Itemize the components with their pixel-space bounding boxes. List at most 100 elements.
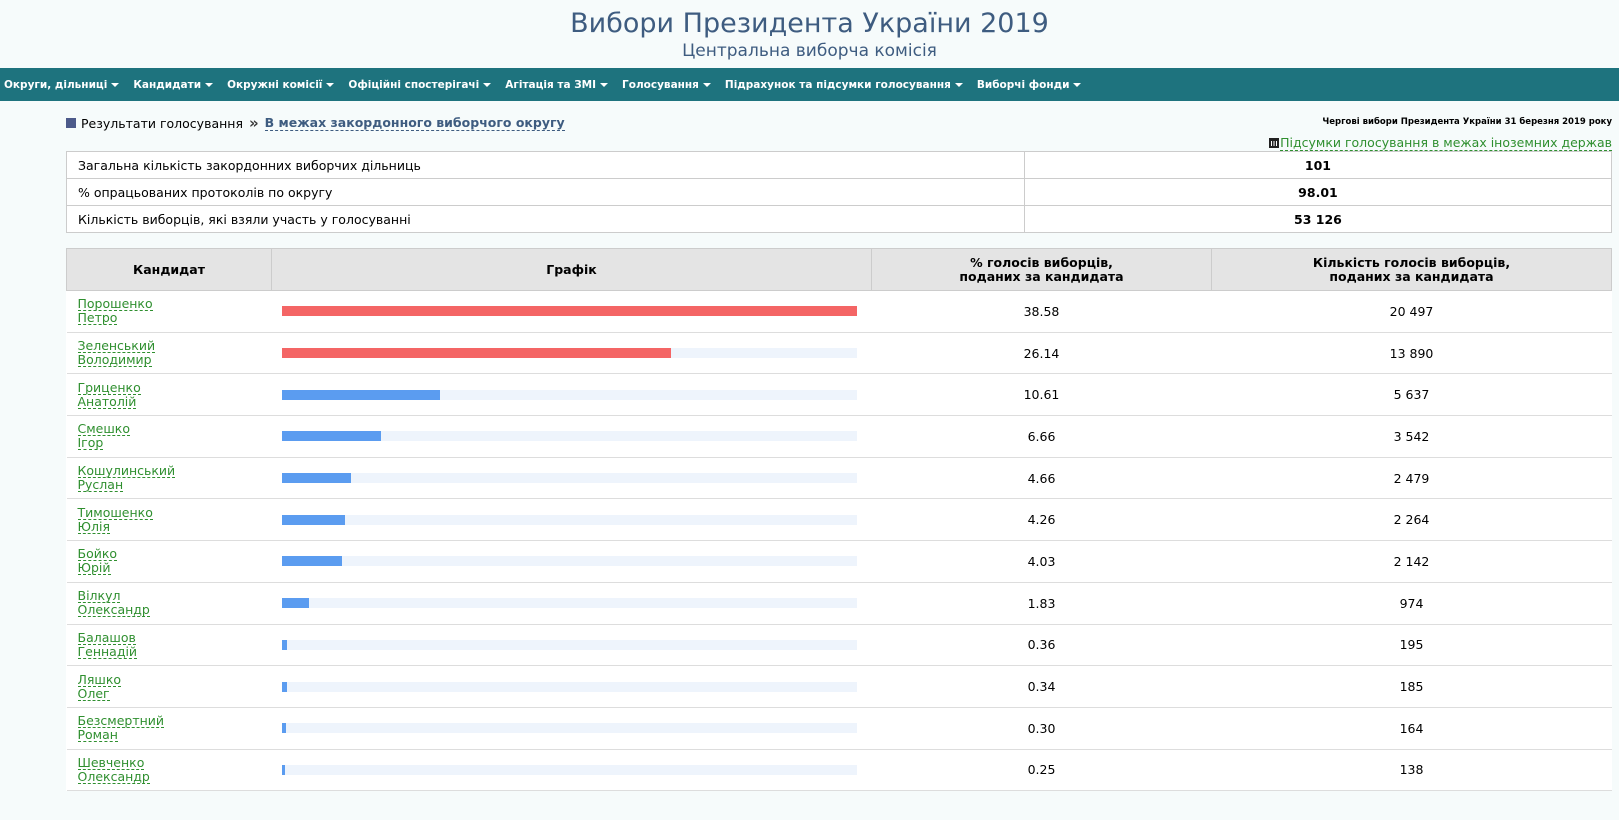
candidate-link[interactable]: Зеленський Володимир <box>77 339 156 368</box>
candidate-surname: Ляшко <box>77 671 122 687</box>
stats-value: 53 126 <box>1023 205 1613 233</box>
pct-value: 10.61 <box>871 373 1212 417</box>
votes-value: 195 <box>1211 624 1612 667</box>
bar-fill <box>281 473 351 484</box>
candidate-link[interactable]: Тимошенко Юлія <box>77 506 153 534</box>
result-row: Балашов Геннадій 0.36 195 <box>66 624 1612 667</box>
pct-value: 1.83 <box>871 582 1212 625</box>
nav-item[interactable]: Агітація та ЗМІ <box>505 79 609 91</box>
candidate-cell: Ляшко Олег <box>66 665 272 708</box>
bar-track <box>281 348 857 359</box>
candidate-link[interactable]: Шевченко Олександр <box>77 754 150 784</box>
candidate-surname: Бойко <box>77 546 118 562</box>
result-row: Смешко Ігор 6.66 3 542 <box>66 415 1612 458</box>
nav-item-label: Виборчі фонди <box>976 78 1070 91</box>
header-votes-line2: поданих за кандидата <box>1329 268 1494 284</box>
candidate-cell: Шевченко Олександр <box>66 749 272 792</box>
result-row: Тимошенко Юлія 4.26 2 264 <box>66 498 1612 542</box>
votes-value: 2 479 <box>1211 457 1612 500</box>
result-row: Порошенко Петро 38.58 20 497 <box>66 290 1612 333</box>
bar-track <box>281 723 857 734</box>
candidate-link[interactable]: Порошенко Петро <box>77 296 153 326</box>
candidate-link[interactable]: Кошулинський Руслан <box>77 463 176 493</box>
candidate-cell: Гриценко Анатолій <box>66 373 272 417</box>
stats-row: Кількість виборців, які взяли участь у г… <box>66 205 1613 233</box>
bar-fill <box>281 514 345 525</box>
stats-table: Загальна кількість закордонних виборчих … <box>66 151 1613 233</box>
bar-fill <box>281 431 381 442</box>
graph-cell <box>271 582 872 625</box>
candidate-given-name: Анатолій <box>77 393 137 409</box>
nav-item-label: Офіційні спостерігачі <box>348 78 480 91</box>
candidate-cell: Зеленський Володимир <box>66 332 272 375</box>
candidate-surname: Балашов <box>77 629 136 645</box>
result-row: Гриценко Анатолій 10.61 5 637 <box>66 373 1612 417</box>
votes-value: 185 <box>1211 665 1612 708</box>
candidate-surname: Гриценко <box>77 379 141 395</box>
foreign-summary-link[interactable]: Підсумки голосування в межах іноземних д… <box>1280 135 1612 151</box>
stats-row: % опрацьованих протоколів по округу 98.01 <box>66 178 1613 206</box>
nav-item[interactable]: Виборчі фонди <box>977 79 1082 91</box>
nav-item[interactable]: Окружні комісії <box>227 79 335 91</box>
candidate-link[interactable]: Гриценко Анатолій <box>77 379 141 409</box>
graph-cell <box>271 707 872 750</box>
stats-label: % опрацьованих протоколів по округу <box>66 178 1025 206</box>
pct-value: 4.26 <box>871 498 1212 542</box>
header-votes-line1: Кількість голосів виборців, <box>1312 254 1511 270</box>
header-pct: % голосів виборців, поданих за кандидата <box>871 248 1212 291</box>
nav-item[interactable]: Округи, дільниці <box>4 79 120 91</box>
caret-down-icon <box>1073 82 1082 87</box>
stats-label: Кількість виборців, які взяли участь у г… <box>66 205 1025 233</box>
candidate-surname: Порошенко <box>77 296 153 312</box>
candidate-cell: Безсмертний Роман <box>66 707 272 750</box>
candidate-given-name: Олег <box>77 685 110 701</box>
candidate-given-name: Петро <box>77 310 118 326</box>
votes-value: 20 497 <box>1211 290 1612 333</box>
votes-value: 13 890 <box>1211 332 1612 375</box>
candidate-link[interactable]: Бойко Юрій <box>77 546 118 576</box>
graph-cell <box>271 665 872 708</box>
candidate-given-name: Юлія <box>77 518 110 534</box>
header-pct-line1: % голосів виборців, <box>970 254 1113 270</box>
candidate-given-name: Олександр <box>77 602 150 618</box>
bar-track <box>281 681 857 692</box>
nav-item[interactable]: Голосування <box>622 79 711 91</box>
site-subtitle: Центральна виборча комісія <box>682 41 937 61</box>
pct-value: 0.34 <box>871 665 1212 708</box>
caret-down-icon <box>702 82 711 87</box>
candidate-link[interactable]: Вілкул Олександр <box>77 589 150 618</box>
bar-track <box>281 764 857 775</box>
caret-down-icon <box>111 82 120 87</box>
candidate-given-name: Олександр <box>77 768 150 784</box>
candidate-surname: Шевченко <box>77 754 145 770</box>
bar-track <box>281 431 857 442</box>
bar-track <box>281 473 857 484</box>
result-row: Кошулинський Руслан 4.66 2 479 <box>66 457 1612 500</box>
result-row: Шевченко Олександр 0.25 138 <box>66 749 1612 792</box>
result-row: Зеленський Володимир 26.14 13 890 <box>66 332 1612 375</box>
nav-item[interactable]: Підрахунок та підсумки голосування <box>725 79 963 91</box>
breadcrumb-parent[interactable]: Результати голосування <box>81 116 243 131</box>
election-date: Чергові вибори Президента України 31 бер… <box>1322 117 1612 127</box>
graph-cell <box>271 290 872 333</box>
bar-track <box>281 598 857 609</box>
candidate-link[interactable]: Ляшко Олег <box>77 671 122 701</box>
result-row: Вілкул Олександр 1.83 974 <box>66 582 1612 625</box>
candidate-surname: Кошулинський <box>77 463 176 479</box>
header-votes: Кількість голосів виборців, поданих за к… <box>1211 248 1612 291</box>
votes-value: 138 <box>1211 749 1612 792</box>
candidate-link[interactable]: Балашов Геннадій <box>77 629 138 659</box>
candidate-link[interactable]: Смешко Ігор <box>77 422 130 451</box>
nav-item[interactable]: Офіційні спостерігачі <box>348 78 492 91</box>
caret-down-icon <box>205 82 214 87</box>
candidate-cell: Тимошенко Юлія <box>66 498 272 542</box>
pct-value: 38.58 <box>871 290 1212 333</box>
bar-fill <box>281 306 857 317</box>
candidate-link[interactable]: Безсмертний Роман <box>77 714 165 743</box>
nav-item[interactable]: Кандидати <box>133 79 214 91</box>
candidate-given-name: Роман <box>77 727 118 743</box>
pct-value: 0.36 <box>871 624 1212 667</box>
result-row: Ляшко Олег 0.34 185 <box>66 665 1612 708</box>
breadcrumb-current[interactable]: В межах закордонного виборчого округу <box>264 115 565 131</box>
nav-item-label: Голосування <box>622 78 699 91</box>
